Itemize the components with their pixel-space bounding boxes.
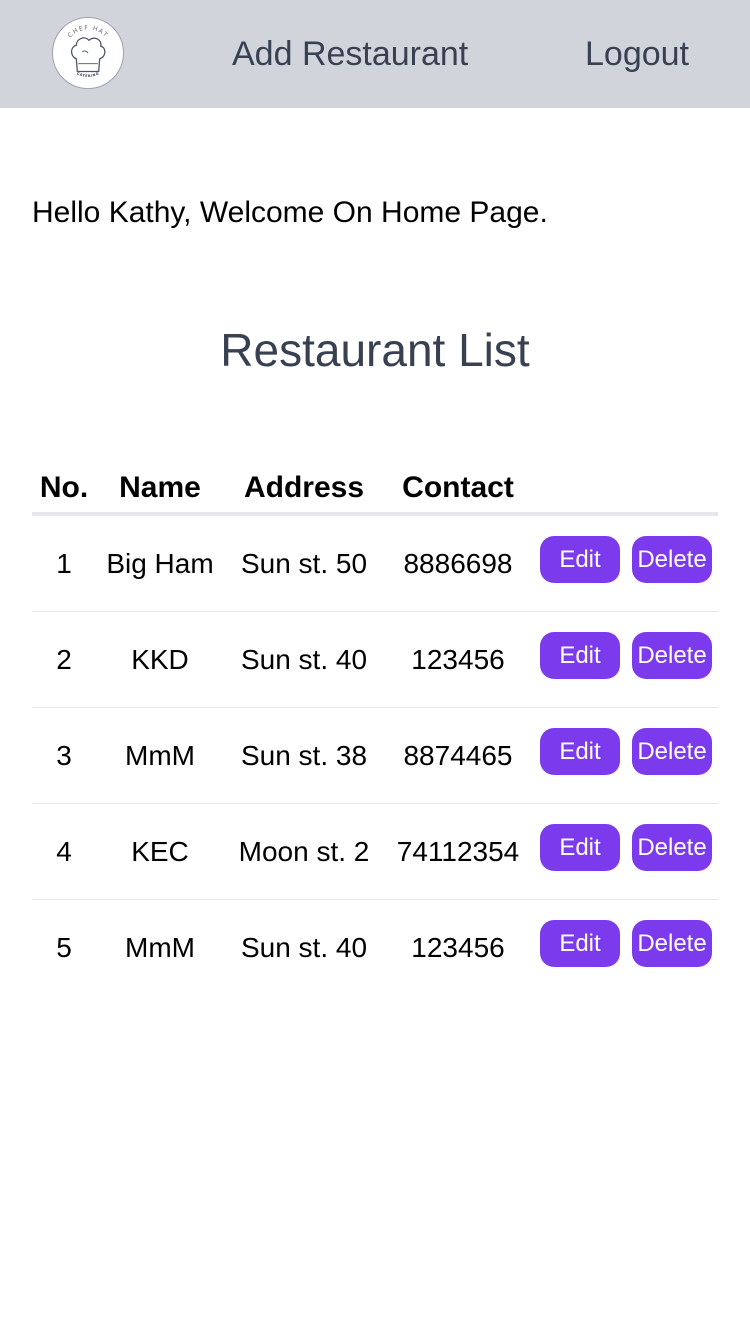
cell-contact: 74112354 — [396, 836, 520, 867]
cell-address: Sun st. 38 — [240, 740, 368, 771]
delete-button[interactable]: Delete — [632, 632, 712, 679]
restaurant-table: No. Name Address Contact 1 Big Ham Sun s… — [32, 462, 718, 995]
logout-link[interactable]: Logout — [585, 30, 689, 78]
cell-contact: 123456 — [411, 932, 505, 963]
logo-icon[interactable]: CHEF HAT CATERING — [52, 17, 124, 89]
delete-button[interactable]: Delete — [632, 824, 712, 871]
header-contact: Contact — [402, 471, 514, 504]
cell-name: MmM — [125, 932, 195, 963]
edit-button[interactable]: Edit — [540, 920, 620, 967]
cell-no: 2 — [56, 644, 72, 675]
table-row: 1 Big Ham Sun st. 50 8886698 Edit Delete — [32, 516, 718, 612]
logo-text-top: CHEF HAT — [67, 25, 109, 40]
cell-contact: 8886698 — [403, 548, 513, 579]
cell-name: MmM — [125, 740, 195, 771]
header-name: Name — [119, 471, 201, 504]
table-row: 2 KKD Sun st. 40 123456 Edit Delete — [32, 612, 718, 708]
navbar: CHEF HAT CATERING Add Restaurant Logout — [0, 0, 750, 108]
table-row: 3 MmM Sun st. 38 8874465 Edit Delete — [32, 708, 718, 804]
header-no: No. — [39, 471, 89, 504]
cell-no: 5 — [56, 932, 72, 963]
svg-text:CATERING: CATERING — [76, 71, 100, 78]
edit-button[interactable]: Edit — [540, 632, 620, 679]
welcome-message: Hello Kathy, Welcome On Home Page. — [32, 196, 548, 229]
table-row: 5 MmM Sun st. 40 123456 Edit Delete — [32, 900, 718, 995]
cell-name: Big Ham — [106, 548, 214, 579]
cell-address: Sun st. 40 — [240, 644, 368, 675]
delete-button[interactable]: Delete — [632, 536, 712, 583]
cell-name: KKD — [131, 644, 189, 675]
delete-button[interactable]: Delete — [632, 728, 712, 775]
logo-text-bottom: CATERING — [76, 71, 99, 78]
cell-address: Sun st. 40 — [240, 932, 368, 963]
cell-name: KEC — [131, 836, 189, 867]
cell-no: 3 — [56, 740, 72, 771]
edit-button[interactable]: Edit — [540, 728, 620, 775]
table-row: 4 KEC Moon st. 2 74112354 Edit Delete — [32, 804, 718, 900]
page-title: Restaurant List — [220, 324, 530, 376]
cell-contact: 123456 — [411, 644, 505, 675]
cell-no: 1 — [56, 548, 72, 579]
table-header: No. Name Address Contact — [32, 462, 718, 516]
cell-address: Sun st. 50 — [240, 548, 368, 579]
cell-contact: 8874465 — [403, 740, 513, 771]
svg-text:CHEF HAT: CHEF HAT — [67, 25, 110, 40]
edit-button[interactable]: Edit — [540, 824, 620, 871]
add-restaurant-link[interactable]: Add Restaurant — [232, 30, 468, 78]
cell-address: Moon st. 2 — [238, 836, 370, 867]
header-address: Address — [243, 471, 365, 504]
cell-no: 4 — [56, 836, 72, 867]
edit-button[interactable]: Edit — [540, 536, 620, 583]
delete-button[interactable]: Delete — [632, 920, 712, 967]
